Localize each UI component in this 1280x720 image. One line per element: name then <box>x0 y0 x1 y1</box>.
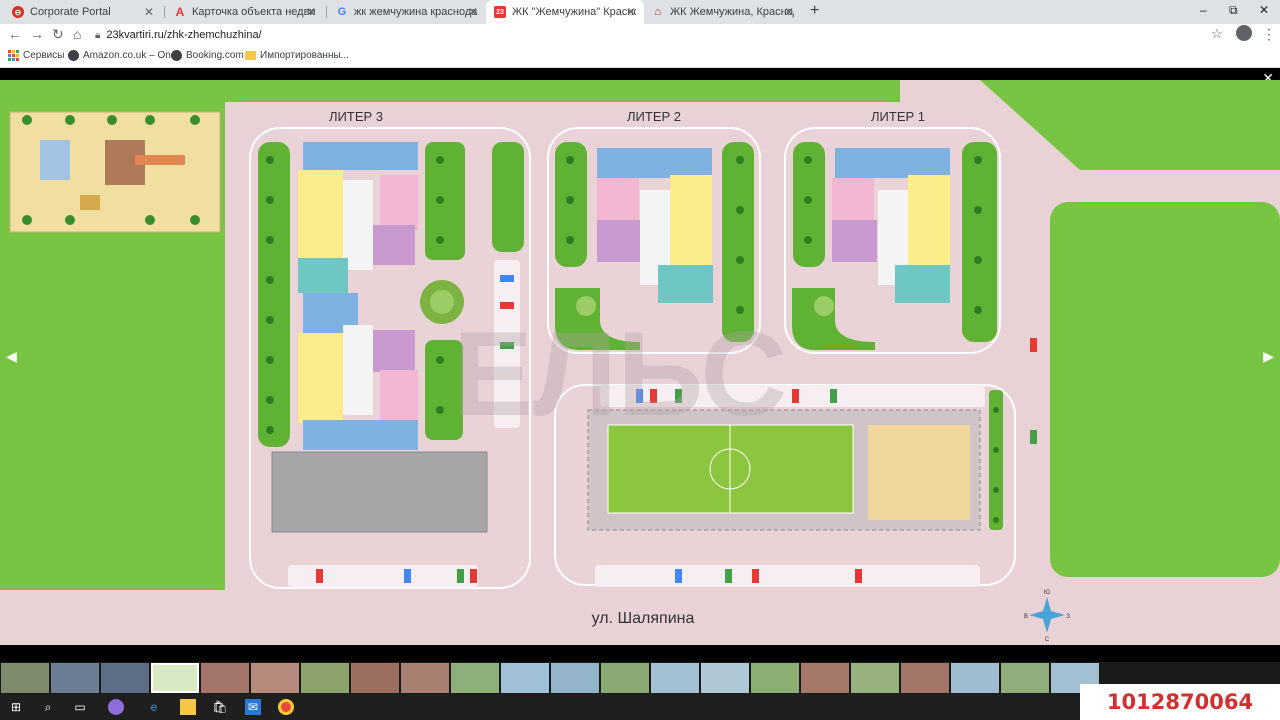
bookmark-label: Amazon.co.uk – On... <box>83 50 180 61</box>
tab-official-site[interactable]: ⌂ ЖК Жемчужина, Краснодар | Оф ✕ <box>644 0 802 24</box>
new-tab-button[interactable]: + <box>810 2 819 20</box>
tab-corporate-portal[interactable]: ⊖ Corporate Portal ✕ <box>4 0 162 24</box>
thumbnail[interactable] <box>851 663 899 693</box>
house-icon: ⌂ <box>654 6 662 18</box>
home-icon[interactable]: ⌂ <box>73 26 81 42</box>
liter-1-label: ЛИТЕР 1 <box>871 109 925 124</box>
site-plan: ЕЛЬС ЛИТЕР 3 ЛИТЕР 2 ЛИТЕР 1 ул. Шаляпин… <box>0 80 1280 645</box>
site-plan-image: ЕЛЬС ЛИТЕР 3 ЛИТЕР 2 ЛИТЕР 1 ул. Шаляпин… <box>0 80 1280 645</box>
folder-icon <box>245 51 256 60</box>
globe-icon <box>68 50 79 61</box>
thumbnail[interactable] <box>651 663 699 693</box>
liter-2-label: ЛИТЕР 2 <box>627 109 681 124</box>
close-tab-icon[interactable]: ✕ <box>784 5 794 19</box>
assistant-icon[interactable] <box>108 699 124 715</box>
tab-google-search[interactable]: G жк жемчужина краснодар плани ✕ <box>328 0 486 24</box>
thumbnail[interactable] <box>801 663 849 693</box>
thumbnail[interactable] <box>551 663 599 693</box>
portal-icon: ⊖ <box>12 6 24 18</box>
thumbnail[interactable] <box>951 663 999 693</box>
bookmarks-bar: Сервисы Amazon.co.uk – On... Booking.com… <box>0 46 1280 68</box>
toolbar: ← → ↻ ⌂ 🔒︎ 23kvartiri.ru/zhk-zhemchuzhin… <box>0 24 1280 46</box>
bookmark-booking[interactable]: Booking.com <box>171 50 244 61</box>
store-icon[interactable]: 🛍︎ <box>212 699 228 715</box>
thumbnail[interactable] <box>1 663 49 693</box>
lock-icon: 🔒︎ <box>95 29 101 41</box>
tab-title: ЖК "Жемчужина" Краснодар - <box>512 6 636 18</box>
phone-number-badge: 1012870064 <box>1080 684 1280 720</box>
tab-zhk-zhemchuzhina[interactable]: 23 ЖК "Жемчужина" Краснодар - ✕ <box>486 0 644 24</box>
thumbnail[interactable] <box>401 663 449 693</box>
minimize-button[interactable]: – <box>1200 3 1207 17</box>
mail-icon[interactable]: ✉ <box>245 699 261 715</box>
thumbnail[interactable] <box>51 663 99 693</box>
url-text[interactable]: 23kvartiri.ru/zhk-zhemchuzhina/ <box>106 29 261 41</box>
file-explorer-icon[interactable] <box>180 699 196 715</box>
forward-icon[interactable]: → <box>30 26 44 42</box>
task-view-icon[interactable]: ▭ <box>72 699 88 715</box>
tab-bar: ⊖ Corporate Portal ✕ A Карточка объекта … <box>0 0 1280 24</box>
tab-title: ЖК Жемчужина, Краснодар | Оф <box>670 6 794 18</box>
search-icon[interactable]: ⌕ <box>40 699 56 715</box>
windows-start-icon[interactable]: ⊞ <box>8 699 24 715</box>
apps-grid-icon <box>8 50 19 61</box>
thumbnail[interactable] <box>101 663 149 693</box>
thumbnail[interactable] <box>751 663 799 693</box>
site-23-icon: 23 <box>494 6 506 18</box>
bookmark-label: Импортированны... <box>260 50 349 61</box>
street-label: ул. Шаляпина <box>592 610 695 627</box>
address-bar[interactable]: 🔒︎ 23kvartiri.ru/zhk-zhemchuzhina/ <box>95 25 1235 45</box>
close-window-button[interactable]: ✕ <box>1259 3 1269 17</box>
back-icon[interactable]: ← <box>8 26 22 42</box>
tab-title: жк жемчужина краснодар плани <box>354 6 478 18</box>
bookmark-amazon[interactable]: Amazon.co.uk – On... <box>68 50 179 61</box>
tab-title: Карточка объекта недвижимос <box>192 6 316 18</box>
compass-n: Ю <box>1044 590 1050 596</box>
tab-property-card[interactable]: A Карточка объекта недвижимос ✕ <box>166 0 324 24</box>
thumbnail[interactable] <box>201 663 249 693</box>
thumbnail[interactable] <box>501 663 549 693</box>
watermark-text: ЕЛЬС <box>453 307 787 441</box>
thumbnail[interactable] <box>451 663 499 693</box>
compass-s: С <box>1045 637 1050 643</box>
close-tab-icon[interactable]: ✕ <box>626 5 636 19</box>
thumbnail[interactable] <box>251 663 299 693</box>
thumbnail[interactable] <box>701 663 749 693</box>
close-tab-icon[interactable]: ✕ <box>144 5 154 19</box>
image-viewer: ✕ ЕЛЬС ЛИТЕР 3 ЛИТЕР 2 ЛИТЕР 1 ул. Шаляп… <box>0 68 1280 662</box>
thumbnail[interactable] <box>601 663 649 693</box>
profile-avatar-icon[interactable] <box>1236 25 1252 41</box>
prev-image-icon[interactable]: ◀ <box>6 348 17 365</box>
tab-title: Corporate Portal <box>30 6 111 18</box>
chrome-icon[interactable] <box>278 699 294 715</box>
thumbnail[interactable] <box>351 663 399 693</box>
edge-icon[interactable]: e <box>146 699 162 715</box>
close-tab-icon[interactable]: ✕ <box>306 5 316 19</box>
globe-icon <box>171 50 182 61</box>
menu-dots-icon[interactable]: ⋮ <box>1262 26 1276 43</box>
star-icon[interactable]: ☆ <box>1211 26 1223 42</box>
bookmark-label: Booking.com <box>186 50 244 61</box>
google-icon: G <box>337 6 347 18</box>
liter-3-label: ЛИТЕР 3 <box>329 109 383 124</box>
compass-e: З <box>1066 614 1070 620</box>
bookmark-imported[interactable]: Импортированны... <box>245 50 349 61</box>
thumbnail[interactable] <box>301 663 349 693</box>
thumbnail[interactable] <box>1001 663 1049 693</box>
maximize-button[interactable]: ⧉ <box>1229 3 1238 18</box>
close-tab-icon[interactable]: ✕ <box>468 5 478 19</box>
thumbnail-selected[interactable] <box>151 663 199 693</box>
thumbnail[interactable] <box>901 663 949 693</box>
next-image-icon[interactable]: ▶ <box>1263 348 1274 365</box>
bookmark-label: Сервисы <box>23 50 65 61</box>
bookmark-services[interactable]: Сервисы <box>8 50 64 61</box>
a-logo-icon: A <box>175 5 185 19</box>
reload-icon[interactable]: ↻ <box>52 26 64 43</box>
compass-w: В <box>1024 614 1028 620</box>
